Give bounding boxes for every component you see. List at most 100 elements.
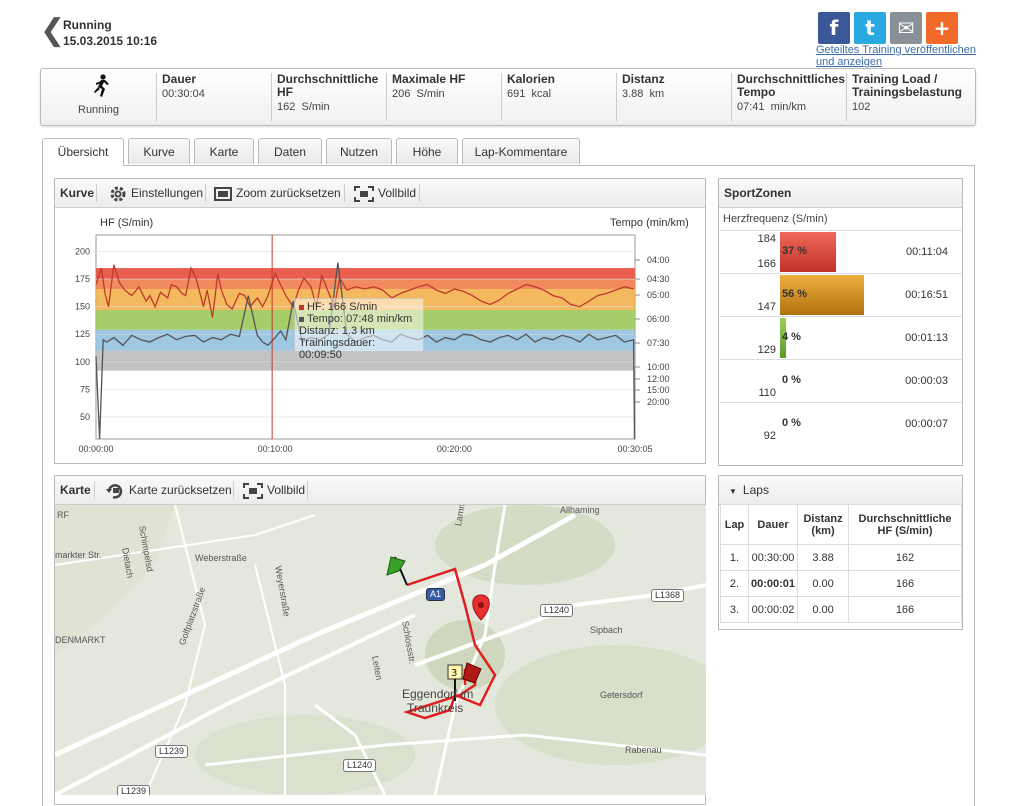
map-place-label: DENMARKT — [55, 635, 106, 645]
zone-percent: 0 % — [782, 374, 801, 386]
laps-header-cell: Distanz (km) — [797, 504, 849, 545]
runner-icon — [94, 74, 109, 97]
road-number-badge: L1240 — [540, 604, 574, 617]
laps-title: ▼ Laps — [729, 483, 769, 497]
lap-hf: 166 — [848, 596, 962, 623]
sportzones-title: SportZonen — [724, 186, 792, 200]
sportzones-subtitle: Herzfrequenz (S/min) — [723, 213, 828, 225]
activity-name: Running — [63, 18, 112, 32]
y-right-tick: 15:00 — [647, 385, 670, 395]
tab-6[interactable]: Lap-Kommentare — [462, 138, 580, 164]
road-number-badge: A1 — [426, 588, 446, 601]
map-fullscreen-label: Vollbild — [267, 483, 306, 497]
map-fullscreen-button[interactable]: Vollbild — [243, 480, 305, 500]
lap-row[interactable]: 1. 00:30:00 3.88 162 — [720, 544, 962, 571]
stat-4: Distanz 3.88 km — [616, 73, 731, 121]
zone-lower: 110 — [758, 387, 776, 399]
hr-zone-band — [96, 268, 635, 280]
road-number-badge: L1368 — [651, 589, 685, 602]
y-left-tick: 200 — [75, 247, 90, 257]
zone-time: 00:01:13 — [905, 332, 948, 344]
back-chevron-icon[interactable]: ❮ — [40, 16, 65, 46]
stat-label: Distanz — [622, 72, 665, 86]
tab-5[interactable]: Höhe — [396, 138, 458, 164]
map-place-label: Weberstraße — [195, 553, 247, 563]
y-left-tick: 100 — [75, 357, 90, 367]
stat-value: 691 kcal — [507, 88, 552, 100]
share-training-link[interactable]: Geteiltes Training veröffentlichen und a… — [816, 44, 986, 68]
tab-4[interactable]: Nutzen — [326, 138, 392, 164]
y-right-tick: 05:00 — [647, 290, 670, 300]
laps-table: Lap Dauer Distanz (km) Durchschnittliche HF… — [720, 504, 962, 623]
lap-lap: 3. — [720, 596, 749, 623]
lap-row[interactable]: 2. 00:00:01 0.00 166 — [720, 570, 962, 597]
zone-upper: 184 — [757, 233, 776, 245]
tab-2[interactable]: Karte — [194, 138, 254, 164]
stat-0: Dauer 00:30:04 — [156, 73, 271, 121]
workout-datetime: 15.03.2015 10:16 — [63, 34, 158, 48]
sportzones-panel: SportZonen Herzfrequenz (S/min) 184 166 37… — [718, 178, 963, 466]
zone-percent: 0 % — [782, 417, 801, 429]
laps-header-cell: Dauer — [747, 504, 799, 545]
lap-distanz: 0.00 — [797, 570, 849, 597]
zone-time: 00:11:04 — [905, 246, 948, 258]
y-right-tick: 07:30 — [647, 338, 670, 348]
stat-value: 3.88 km — [622, 88, 665, 100]
x-tick: 00:30:05 — [617, 444, 652, 454]
zone-time: 00:00:03 — [905, 375, 948, 387]
stat-label: Kalorien — [507, 72, 556, 86]
x-tick: 00:20:00 — [437, 444, 472, 454]
chart-tooltip: HF: 166 S/min Tempo: 07:48 min/km Distan… — [294, 298, 424, 361]
map-panel: Karte Karte zurücksetzen Vollbild 3 Webe… — [54, 475, 706, 805]
y-left-tick: 75 — [80, 384, 90, 394]
lap-distanz: 3.88 — [797, 544, 849, 571]
sportzones-header: SportZonen — [719, 179, 962, 208]
zone-row: 184 166 37 % 00:11:04 — [720, 230, 962, 273]
lap-lap: 1. — [720, 544, 749, 571]
map-place-label: Eggendorf im — [402, 687, 474, 701]
y-right-tick: 20:00 — [647, 397, 670, 407]
collapse-caret-icon: ▼ — [729, 487, 737, 496]
lap-row[interactable]: 3. 00:00:02 0.00 166 — [720, 596, 962, 623]
y-left-tick: 125 — [75, 329, 90, 339]
lap-dauer: 00:00:01 — [747, 570, 799, 597]
map-reset-icon — [106, 483, 123, 499]
stat-value: 206 S/min — [392, 88, 445, 100]
y-left-tick: 50 — [80, 412, 90, 422]
map-reset-button[interactable]: Karte zurücksetzen — [105, 480, 232, 500]
laps-header[interactable]: ▼ Laps — [719, 476, 962, 505]
zone-lower: 129 — [757, 344, 776, 356]
lap-dauer: 00:30:00 — [747, 544, 799, 571]
y-right-tick: 06:00 — [647, 314, 670, 324]
tab-0[interactable]: Übersicht — [42, 138, 124, 166]
map-title: Karte — [60, 483, 91, 497]
lap-marker-label: 3 — [451, 668, 457, 679]
road-number-badge: L1240 — [343, 759, 377, 772]
share-plus-icon[interactable]: + — [926, 12, 958, 44]
stat-value: 00:30:04 — [162, 88, 205, 100]
tab-1[interactable]: Kurve — [128, 138, 190, 164]
email-icon[interactable]: ✉ — [890, 12, 922, 44]
tab-3[interactable]: Daten — [258, 138, 322, 164]
lap-hf: 166 — [848, 570, 962, 597]
facebook-icon[interactable]: f — [818, 12, 850, 44]
map-place-label: Rabenau — [625, 745, 662, 755]
stat-label: Durchschnittliches Tempo — [737, 72, 846, 99]
map-place-label: markter Str. — [55, 550, 102, 560]
zone-row: 147 56 % 00:16:51 — [720, 273, 962, 316]
stat-value: 102 — [852, 101, 871, 113]
road-number-badge: L1239 — [155, 745, 189, 758]
zone-lower: 147 — [757, 301, 776, 313]
lap-distanz: 0.00 — [797, 596, 849, 623]
zone-row: 110 0 % 00:00:03 — [720, 359, 962, 402]
y-right-tick: 04:00 — [647, 255, 670, 265]
lap-hf: 162 — [848, 544, 962, 571]
road-number-badge: L1239 — [117, 785, 151, 795]
twitter-icon[interactable]: t — [854, 12, 886, 44]
map-place-label: Getersdorf — [600, 690, 643, 700]
stat-1: Durchschnittliche HF 162 S/min — [271, 73, 386, 121]
y-right-tick: 12:00 — [647, 374, 670, 384]
route-map[interactable]: 3 Weberstraße Schimpelsd Dietach Weyerstraß… — [55, 505, 706, 795]
stat-6: Training Load / Trainingsbelastung 102 — [846, 73, 974, 121]
zone-time: 00:16:51 — [905, 289, 948, 301]
